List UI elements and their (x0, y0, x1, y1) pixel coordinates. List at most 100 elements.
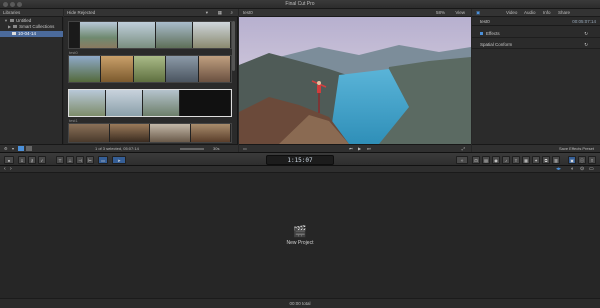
connect-clip-icon[interactable]: ⊤ (56, 156, 64, 164)
clip-filmstrip-selected[interactable] (68, 89, 232, 117)
transitions-icon[interactable]: ⧉ (542, 156, 550, 164)
timeline-total-status: 00:00 total (0, 298, 600, 308)
timeline-header: ‹ › ◂▸ ◐ ⊙ ▭ (0, 166, 600, 173)
inspector-spatial-conform-row[interactable]: Spatial Conform ↻ (472, 40, 600, 49)
analyze-icon[interactable]: ✓ (38, 156, 46, 164)
clip-frame (142, 90, 180, 116)
total-duration: 00:00 total (289, 301, 311, 306)
crop-icon[interactable]: ⊡ (472, 156, 480, 164)
inspector-clip-header: test0 00:05:07:14 (472, 17, 600, 26)
timeline[interactable]: 🎬 New Project (0, 173, 600, 298)
libraries-sidebar: ▼ Untitled ▶ Smart Collections 10-04-14 (0, 17, 63, 144)
select-tool-icon[interactable]: ➤ (112, 156, 126, 164)
folder-icon (13, 25, 18, 29)
audio-skimming-icon[interactable]: ◂▸ (556, 166, 561, 172)
viewer-view-menu[interactable]: View (455, 9, 465, 17)
clip-frame (69, 90, 106, 116)
library-icon (9, 19, 14, 23)
clip-filmstrip[interactable] (68, 123, 232, 143)
library-item-smart-collections[interactable]: ▶ Smart Collections (0, 24, 63, 30)
event-browser: test0 test1 (64, 17, 238, 144)
new-project-label[interactable]: New Project (270, 240, 330, 246)
clip-appearance-icon[interactable]: ▭ (589, 166, 594, 172)
viewer (239, 17, 471, 144)
window-titlebar: Final Cut Pro (0, 0, 600, 9)
library-browser-icon[interactable]: ▣ (568, 156, 576, 164)
clip-frame (105, 90, 143, 116)
inspector-toggle-icon[interactable]: ⓘ (578, 156, 586, 164)
inspector-effects-row[interactable]: Effects ↻ (472, 29, 600, 38)
microphone-icon[interactable]: ● (4, 156, 14, 164)
forward-arrow-icon[interactable]: › (10, 166, 12, 172)
checkbox-icon[interactable] (480, 32, 483, 36)
themes-icon[interactable]: ▥ (552, 156, 560, 164)
inspector-clip-name: test0 (480, 19, 490, 24)
libraries-header: Libraries (0, 9, 63, 17)
search-icon[interactable]: ⌕ (230, 9, 233, 17)
clip-frame (166, 56, 199, 82)
hide-rejected-filter[interactable]: Hide Rejected (67, 10, 95, 15)
clip-frame (69, 22, 81, 48)
append-clip-icon[interactable]: ⊣ (76, 156, 84, 164)
insert-clip-icon[interactable]: ⊥ (66, 156, 74, 164)
libraries-header-label: Libraries (3, 10, 21, 15)
snapping-icon[interactable]: ⊙ (580, 166, 584, 172)
viewer-video-frame (239, 17, 471, 144)
library-item-label: 10-04-14 (18, 31, 37, 36)
tab-share[interactable]: Share (558, 9, 570, 17)
clip-frame (179, 90, 231, 116)
inspector: test0 00:05:07:14 Effects ↻ Spatial Conf… (472, 17, 600, 144)
reset-icon[interactable]: ↻ (584, 29, 588, 38)
clip-filmstrip[interactable] (68, 55, 232, 83)
viewer-zoom[interactable]: 58% (436, 9, 445, 17)
viewer-statusbar: ▭ ⏮ ▶ ⏭ ⤢ (239, 144, 471, 152)
clip-height-slider[interactable] (180, 148, 204, 150)
inspector-statusbar: Save Effects Preset (472, 144, 600, 152)
main-toolbar: ● ⇩ ⚷ ✓ ⊤ ⊥ ⊣ ⊢ ▭ ➤ 1:15:07 ✧ ⊡ ▤ ◉ ♪ T … (0, 152, 600, 166)
back-arrow-icon[interactable]: ‹ (4, 166, 6, 172)
library-item-label: Smart Collections (19, 24, 55, 29)
clapperboard-icon[interactable]: 🎬 (289, 225, 311, 238)
clip-frame (69, 56, 102, 82)
tab-audio[interactable]: Audio (524, 9, 536, 17)
clip-frame (190, 124, 231, 142)
clip-frame (155, 22, 194, 48)
clip-frame (193, 22, 231, 48)
clip-frame (133, 56, 167, 82)
filmstrip-icon[interactable] (26, 146, 32, 151)
list-view-icon[interactable] (18, 146, 24, 151)
dashboard-timecode[interactable]: 1:15:07 (266, 155, 334, 165)
effects-icon[interactable]: ✦ (532, 156, 540, 164)
chevron-down-icon[interactable]: ▾ (206, 9, 208, 17)
inspector-tabs: ▣ Video Audio Info Share (472, 9, 600, 17)
disclosure-triangle-icon[interactable]: ▶ (8, 24, 11, 30)
filmstrip-view-icon[interactable]: ▦ (218, 9, 222, 17)
browser-toggle-icon[interactable]: ▤ (482, 156, 490, 164)
library-item-label: Untitled (15, 18, 32, 23)
generator-icon[interactable]: ▦ (522, 156, 530, 164)
solo-icon[interactable]: ◐ (571, 166, 574, 172)
overwrite-clip-icon[interactable]: ⊢ (86, 156, 94, 164)
share-icon[interactable]: ⇪ (588, 156, 596, 164)
text-icon[interactable]: T (512, 156, 520, 164)
tab-video[interactable]: Video (506, 9, 517, 17)
clip-frame (101, 56, 134, 82)
browser-scrollbar[interactable] (232, 21, 235, 71)
library-item-event[interactable]: 10-04-14 (0, 31, 63, 37)
clip-frame (150, 124, 191, 142)
app-title: Final Cut Pro (285, 1, 315, 7)
clip-filmstrip[interactable] (68, 21, 232, 49)
music-icon[interactable]: ♪ (502, 156, 510, 164)
clip-frame (69, 124, 110, 142)
enhancements-icon[interactable]: ✧ (456, 156, 468, 164)
inspector-filmstrip-icon[interactable]: ▣ (476, 9, 480, 17)
edit-mode-icon[interactable]: ▭ (98, 156, 108, 164)
keyword-icon[interactable]: ⚷ (28, 156, 36, 164)
reset-icon[interactable]: ↻ (584, 40, 588, 49)
clip-frame (109, 124, 150, 142)
browser-statusbar: ⚙ ▾ 1 of 3 selected, 05:07:14 30s (0, 144, 238, 152)
inspector-clip-time: 00:05:07:14 (572, 19, 596, 24)
import-icon[interactable]: ⇩ (18, 156, 26, 164)
tab-info[interactable]: Info (543, 9, 551, 17)
camera-icon[interactable]: ◉ (492, 156, 500, 164)
